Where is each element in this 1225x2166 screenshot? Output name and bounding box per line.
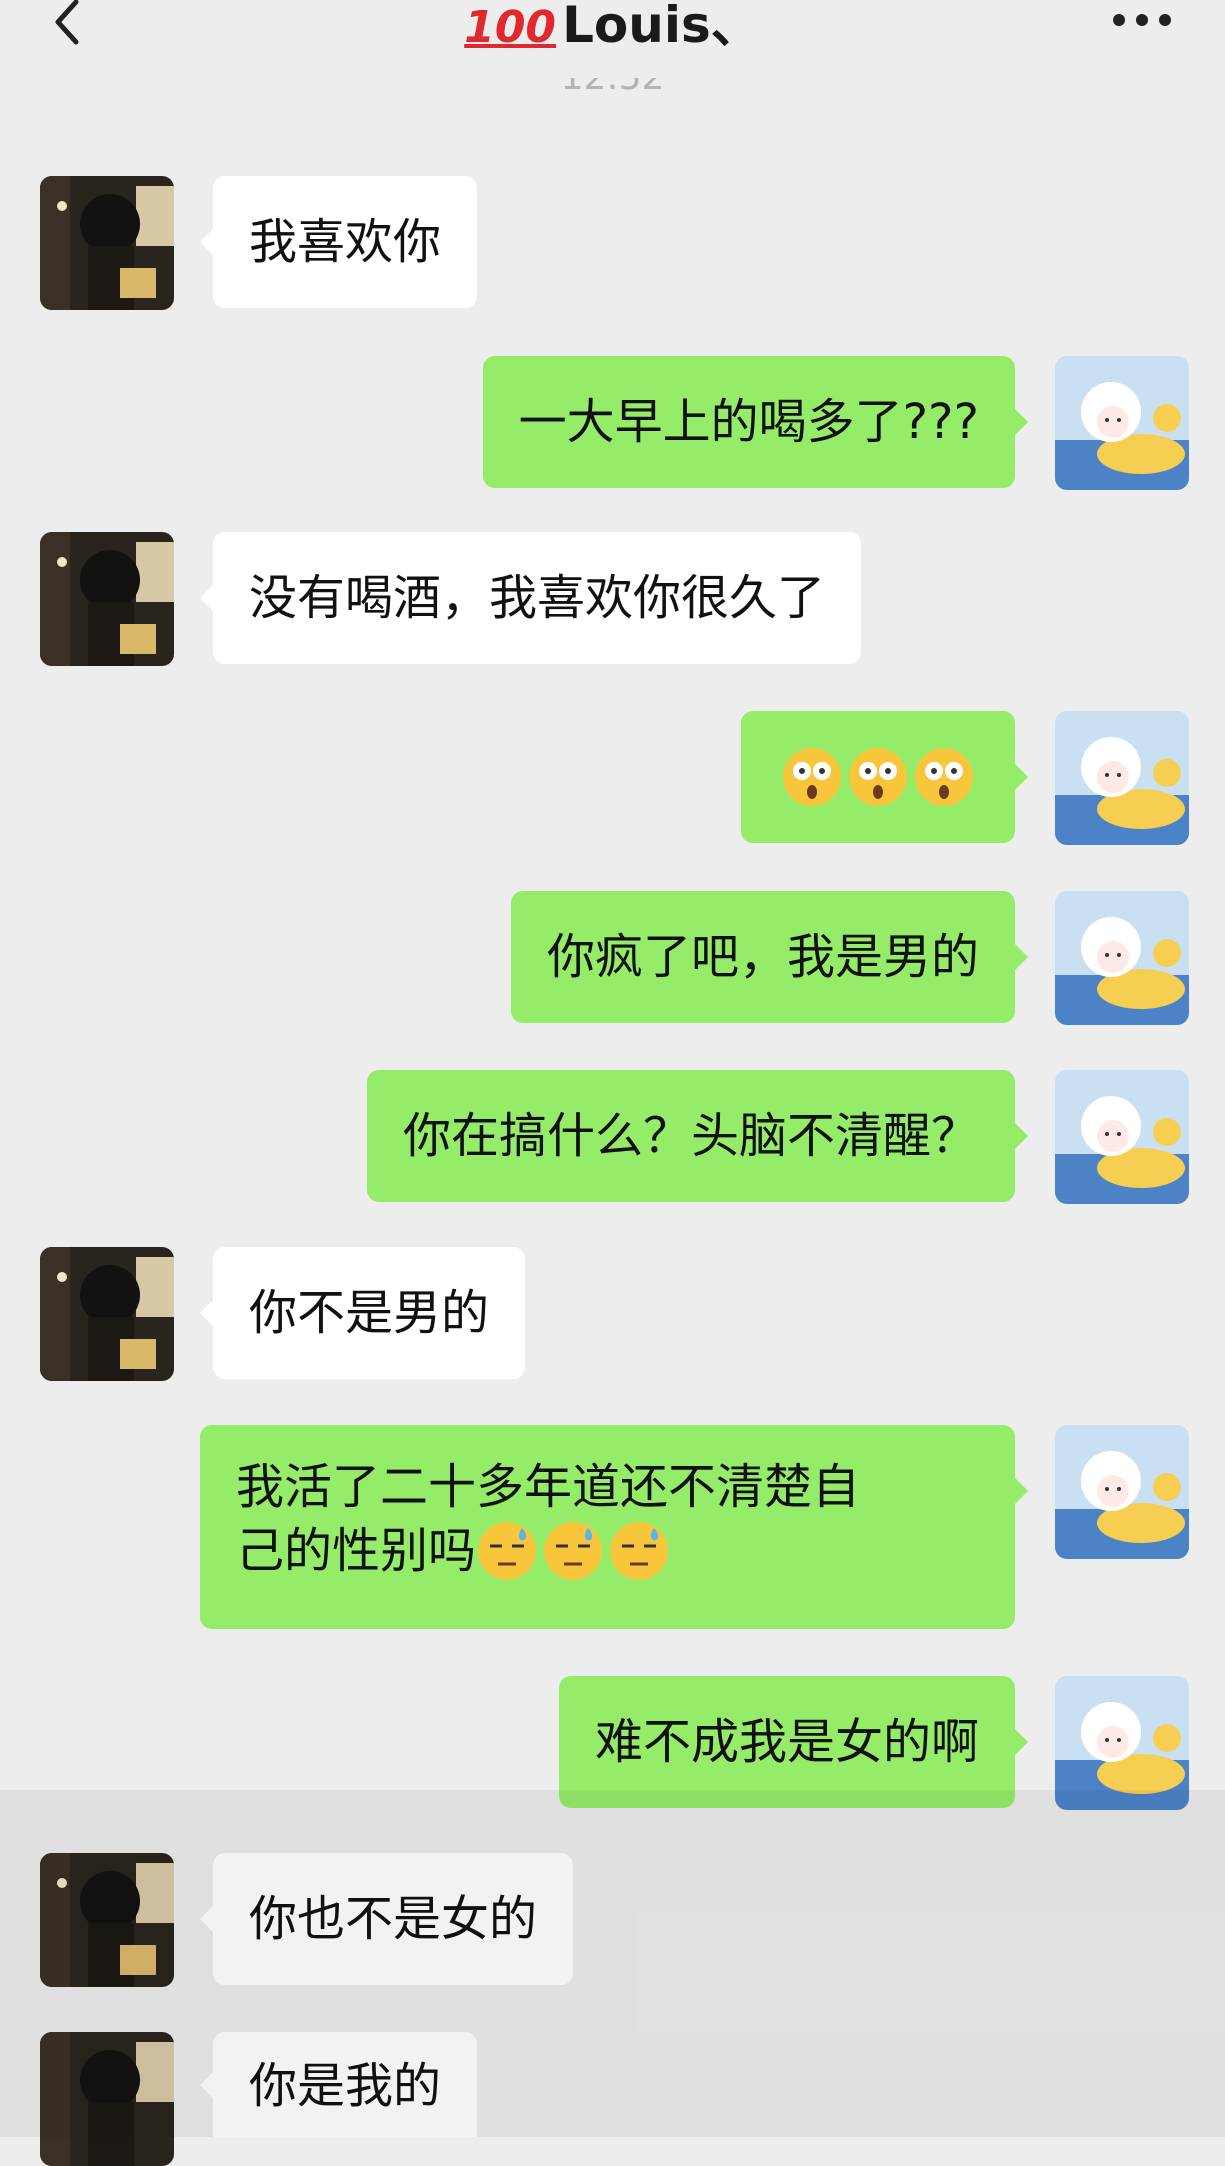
user-avatar[interactable] <box>1055 1425 1189 1559</box>
chat-header: 100 Louis、 <box>0 0 1225 70</box>
message-line: 我活了二十多年道还不清楚自 <box>236 1459 861 1515</box>
astonished-face-icon <box>781 746 843 808</box>
user-avatar[interactable] <box>1055 891 1189 1025</box>
chat-title: 100 Louis、 <box>0 0 1225 53</box>
message-bubble-sent: 一大早上的喝多了??? <box>482 356 1029 488</box>
message-bubble-sent: 你疯了吧，我是男的 <box>510 891 1029 1023</box>
message-bubble-received: 你不是男的 <box>199 1247 526 1379</box>
downcast-sweat-face-icon <box>542 1520 604 1582</box>
contact-name: Louis、 <box>562 0 761 54</box>
message-bubble-received: 你也不是女的 <box>199 1853 574 1985</box>
more-options-button[interactable] <box>1111 8 1173 32</box>
contact-avatar[interactable] <box>40 1247 174 1381</box>
message-bubble-sent: 我活了二十多年道还不清楚自 己的性别吗 <box>200 1425 1028 1629</box>
more-dots-icon <box>1113 14 1171 26</box>
contact-avatar[interactable] <box>40 2032 174 2166</box>
message-bubble-sent: 你在搞什么？头脑不清醒？ <box>366 1070 1029 1202</box>
astonished-face-icon <box>913 746 975 808</box>
message-bubble-received: 我喜欢你 <box>199 176 478 308</box>
hundred-points-icon: 100 <box>464 2 557 53</box>
message-timestamp: 12:52 <box>0 78 1225 114</box>
message-bubble-received: 没有喝酒，我喜欢你很久了 <box>199 532 862 664</box>
message-bubble-received: 你是我的 <box>199 2032 478 2137</box>
contact-avatar[interactable] <box>40 1853 174 1987</box>
downcast-sweat-face-icon <box>608 1520 670 1582</box>
astonished-face-icon <box>847 746 909 808</box>
message-line: 己的性别吗 <box>236 1519 979 1583</box>
contact-avatar[interactable] <box>40 176 174 310</box>
user-avatar[interactable] <box>1055 356 1189 490</box>
message-bubble-sent: 难不成我是女的啊 <box>558 1676 1029 1808</box>
contact-avatar[interactable] <box>40 532 174 666</box>
user-avatar[interactable] <box>1055 1676 1189 1810</box>
user-avatar[interactable] <box>1055 1070 1189 1204</box>
message-bubble-sent <box>741 711 1028 843</box>
user-avatar[interactable] <box>1055 711 1189 845</box>
downcast-sweat-face-icon <box>476 1520 538 1582</box>
bottom-shadow-overlay <box>0 1790 1225 2137</box>
